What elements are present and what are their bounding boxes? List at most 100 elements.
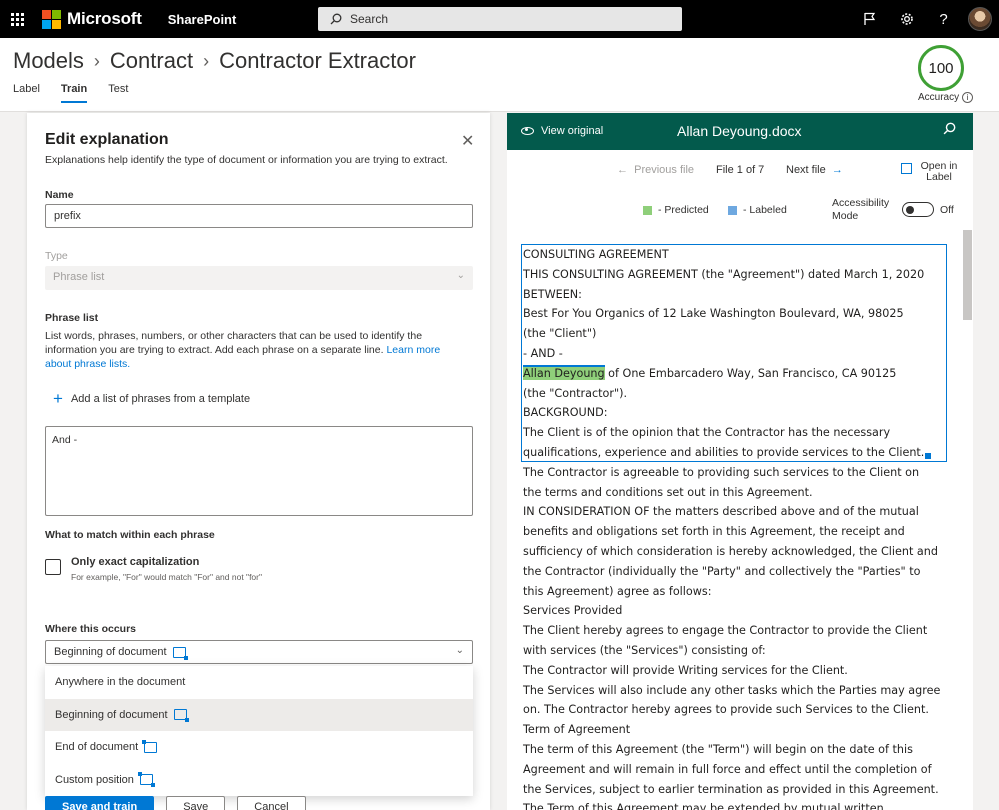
option-anywhere[interactable]: Anywhere in the document bbox=[45, 666, 473, 699]
option-label: End of document bbox=[55, 741, 139, 754]
phrases-textarea[interactable]: And - bbox=[45, 426, 473, 516]
page-header: Models › Contract › Contractor Extractor… bbox=[0, 38, 999, 112]
legend-labeled-label: - Labeled bbox=[743, 204, 787, 216]
gear-icon[interactable] bbox=[888, 0, 925, 38]
panel-description: Explanations help identify the type of d… bbox=[45, 154, 448, 166]
microsoft-logo-icon bbox=[42, 9, 61, 29]
suite-header: Microsoft SharePoint Search ? bbox=[0, 0, 999, 38]
tab-label[interactable]: Label bbox=[13, 83, 40, 103]
document-title: Allan Deyoung.docx bbox=[677, 123, 802, 139]
name-label: Name bbox=[45, 189, 74, 201]
chevron-right-icon: › bbox=[203, 50, 210, 71]
previous-file-button[interactable]: ← Previous file bbox=[617, 164, 694, 176]
view-original-label: View original bbox=[541, 125, 604, 137]
document-line: BETWEEN: bbox=[523, 287, 582, 301]
chevron-right-icon: › bbox=[93, 50, 100, 71]
next-file-button[interactable]: Next file → bbox=[786, 164, 843, 176]
tab-train[interactable]: Train bbox=[60, 83, 88, 103]
viewer-header: View original Allan Deyoung.docx bbox=[507, 113, 973, 150]
waffle-icon bbox=[10, 12, 24, 26]
avatar[interactable] bbox=[968, 7, 992, 31]
add-template-label: Add a list of phrases from a template bbox=[70, 393, 251, 405]
document-line: The Services will also include any other… bbox=[523, 683, 941, 697]
legend-predicted-label: - Predicted bbox=[658, 204, 709, 216]
document-line: the Contractor (individually the "Party"… bbox=[523, 564, 921, 578]
option-end[interactable]: End of document bbox=[45, 731, 473, 764]
type-select: Phrase list ⌄ bbox=[45, 266, 473, 290]
document-line: Term of Agreement bbox=[523, 723, 631, 737]
search-placeholder: Search bbox=[350, 12, 389, 26]
breadcrumb: Models › Contract › Contractor Extractor bbox=[13, 48, 416, 74]
option-label: Anywhere in the document bbox=[55, 676, 186, 689]
labeled-swatch bbox=[728, 205, 737, 215]
doc-beginning-icon bbox=[173, 709, 189, 723]
document-line: The Client hereby agrees to engage the C… bbox=[523, 624, 928, 638]
accessibility-toggle[interactable] bbox=[902, 202, 934, 217]
search-box[interactable]: Search bbox=[318, 7, 682, 31]
type-label: Type bbox=[45, 250, 68, 262]
info-icon[interactable]: i bbox=[962, 92, 974, 103]
arrow-left-icon: ← bbox=[617, 164, 635, 176]
legend-labeled: - Labeled bbox=[728, 204, 787, 216]
file-count: File 1 of 7 bbox=[716, 164, 765, 176]
accuracy-ring: 100 bbox=[918, 45, 964, 91]
add-template-button[interactable]: + Add a list of phrases from a template bbox=[53, 390, 251, 407]
document-line: CONSULTING AGREEMENT bbox=[523, 248, 669, 261]
tab-test[interactable]: Test bbox=[108, 83, 128, 103]
save-and-train-button[interactable]: Save and train bbox=[45, 796, 155, 810]
help-icon[interactable]: ? bbox=[925, 0, 962, 38]
panel-title: Edit explanation bbox=[45, 131, 169, 148]
line-text: of One Embarcadero Way, San Francisco, C… bbox=[604, 366, 897, 380]
where-label: Where this occurs bbox=[45, 623, 137, 635]
save-button[interactable]: Save bbox=[166, 796, 226, 810]
accuracy-label: Accuracy bbox=[918, 92, 960, 103]
document-line: the Services, subject to earlier termina… bbox=[523, 782, 939, 796]
exact-capitalization-label[interactable]: Only exact capitalization bbox=[71, 556, 199, 568]
app-name[interactable]: SharePoint bbox=[168, 12, 237, 27]
document-line: Allan Deyoung of One Embarcadero Way, Sa… bbox=[523, 364, 948, 384]
document-line: The Term of this Agreement may be extend… bbox=[523, 802, 884, 810]
document-line: THIS CONSULTING AGREEMENT (the "Agreemen… bbox=[523, 267, 925, 281]
where-dropdown[interactable]: Beginning of document ⌄ bbox=[45, 640, 473, 664]
accessibility-state: Off bbox=[940, 204, 954, 216]
option-custom[interactable]: Custom position bbox=[45, 764, 473, 797]
document-line: The Contractor is agreeable to providing… bbox=[523, 465, 920, 479]
chevron-down-icon: ⌄ bbox=[456, 270, 465, 281]
viewer-scrollbar[interactable] bbox=[963, 230, 972, 320]
cancel-button[interactable]: Cancel bbox=[237, 796, 306, 810]
document-line: this Agreement) agree as follows: bbox=[523, 584, 712, 598]
edit-icon bbox=[901, 163, 912, 174]
close-icon[interactable]: ✕ bbox=[461, 131, 474, 151]
microsoft-logo[interactable]: Microsoft bbox=[42, 9, 142, 29]
next-file-label: Next file bbox=[786, 164, 826, 176]
panel-actions: Save and train Save Cancel bbox=[45, 796, 318, 810]
accuracy-value: 100 bbox=[928, 59, 954, 77]
flag-icon[interactable] bbox=[851, 0, 888, 38]
legend: - Predicted - Labeled Accessibility Mode… bbox=[507, 195, 973, 223]
option-beginning[interactable]: Beginning of document bbox=[45, 698, 473, 731]
doc-beginning-icon bbox=[172, 646, 188, 660]
open-in-label-button[interactable]: Open in Label bbox=[901, 161, 960, 183]
where-dropdown-menu: Anywhere in the document Beginning of do… bbox=[45, 666, 473, 796]
option-label: Beginning of document bbox=[55, 708, 168, 721]
phrase-list-description: List words, phrases, numbers, or other c… bbox=[45, 329, 465, 371]
edit-explanation-panel: Edit explanation ✕ Explanations help ide… bbox=[27, 113, 490, 810]
exact-capitalization-checkbox[interactable] bbox=[45, 559, 61, 575]
predicted-highlight[interactable]: Allan Deyoung bbox=[523, 364, 605, 380]
breadcrumb-contract[interactable]: Contract bbox=[110, 48, 193, 74]
breadcrumb-models[interactable]: Models bbox=[13, 48, 84, 74]
legend-predicted: - Predicted bbox=[643, 204, 709, 216]
document-line: The Contractor will provide Writing serv… bbox=[523, 663, 848, 677]
document-line: qualifications, experience and abilities… bbox=[523, 445, 925, 459]
name-input[interactable]: prefix bbox=[45, 204, 473, 228]
search-icon[interactable] bbox=[943, 122, 956, 138]
document-line: benefits and obligations set forth in th… bbox=[523, 525, 905, 539]
document-line: Agreement and will remain in full force … bbox=[523, 762, 932, 776]
view-original-button[interactable]: View original bbox=[521, 125, 603, 137]
arrow-right-icon: → bbox=[825, 164, 843, 176]
tab-bar: Label Train Test bbox=[13, 83, 149, 103]
search-icon bbox=[330, 13, 342, 25]
app-launcher-button[interactable] bbox=[0, 0, 34, 38]
type-value: Phrase list bbox=[53, 271, 105, 283]
document-line: The Client is of the opinion that the Co… bbox=[523, 426, 891, 440]
